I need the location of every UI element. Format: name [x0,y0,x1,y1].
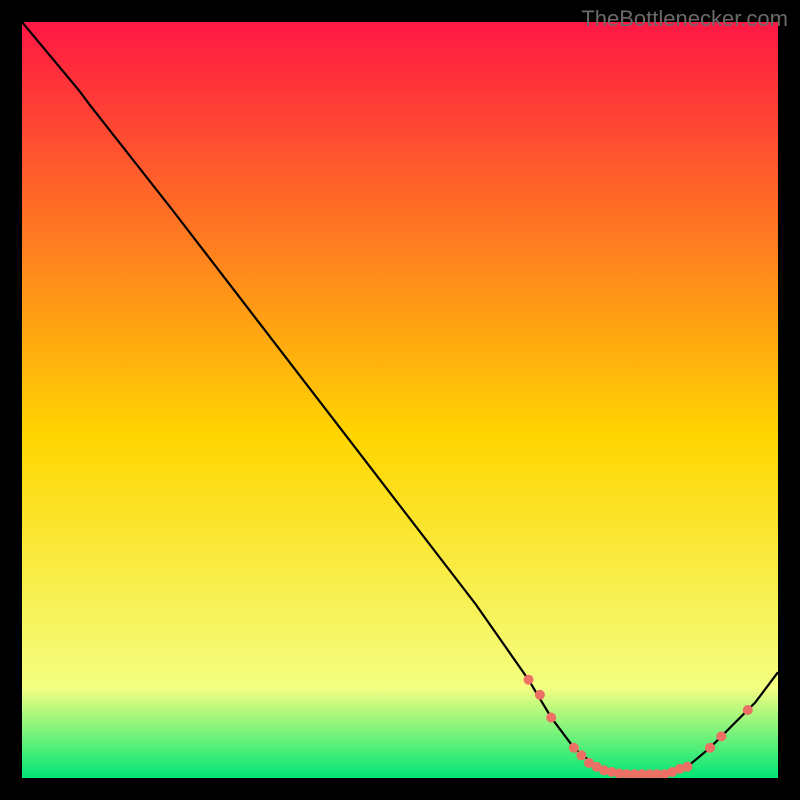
chart-marker [743,705,753,715]
chart-marker [546,713,556,723]
chart-svg [22,22,778,778]
chart-marker [569,743,579,753]
chart-marker [524,675,534,685]
chart-area [22,22,778,778]
chart-background [22,22,778,778]
chart-marker [716,731,726,741]
watermark-text: TheBottlenecker.com [581,6,788,32]
chart-marker [576,750,586,760]
chart-marker [705,743,715,753]
chart-marker [682,762,692,772]
chart-marker [535,690,545,700]
